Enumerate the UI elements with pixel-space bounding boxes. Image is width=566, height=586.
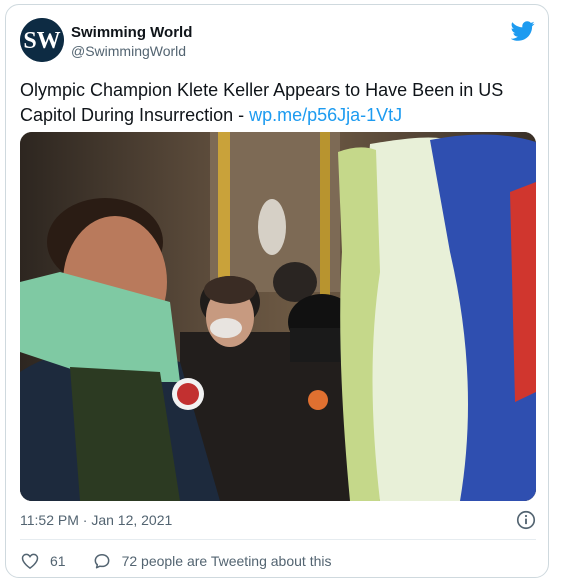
like-button[interactable]: 61 (20, 551, 66, 571)
tweet-timestamp[interactable]: 11:52 PM · Jan 12, 2021 (20, 512, 172, 528)
tweeting-about-link[interactable]: 72 people are Tweeting about this (92, 551, 332, 571)
tweet-media-image[interactable] (20, 132, 536, 501)
account-name[interactable]: Swimming World (71, 24, 192, 41)
account-handle[interactable]: @SwimmingWorld (71, 43, 186, 59)
tweeting-about-text: 72 people are Tweeting about this (121, 553, 332, 569)
speech-bubble-icon (94, 554, 109, 569)
tweet-link[interactable]: wp.me/p56Jja-1VtJ (249, 105, 402, 125)
twitter-bird-icon[interactable] (511, 19, 535, 43)
embedded-tweet-card[interactable]: SW Swimming World @SwimmingWorld Olympic… (5, 4, 549, 578)
avatar[interactable]: SW (20, 18, 64, 62)
info-icon[interactable] (515, 509, 537, 531)
tweet-actions: 61 72 people are Tweeting about this (20, 549, 331, 573)
heart-icon (21, 553, 39, 569)
tweet-text: Olympic Champion Klete Keller Appears to… (20, 78, 530, 128)
like-count: 61 (50, 553, 66, 569)
avatar-logo-text: SW (23, 28, 60, 54)
divider (20, 539, 536, 540)
